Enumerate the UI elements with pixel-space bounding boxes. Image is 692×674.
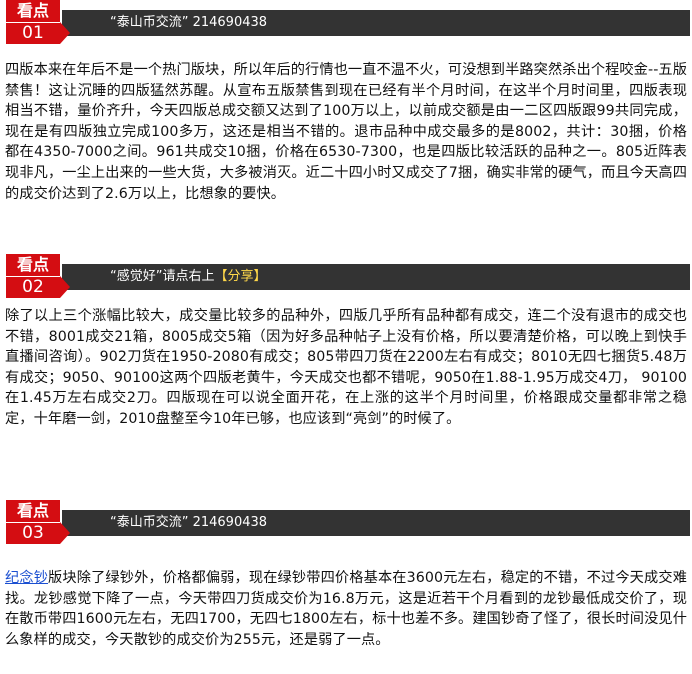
badge-label: 看点 bbox=[6, 0, 60, 22]
section-01: “泰山币交流” 214690438 看点 01 四版本来在年后不是一个热门版块，… bbox=[0, 0, 692, 202]
header-bar: “泰山币交流” 214690438 bbox=[62, 10, 690, 36]
section-header: “泰山币交流” 214690438 看点 03 bbox=[0, 500, 692, 546]
header-bar-text: “泰山币交流” 214690438 bbox=[110, 515, 268, 530]
badge-label: 看点 bbox=[6, 500, 60, 522]
badge-arrow-icon bbox=[60, 276, 70, 298]
share-highlight-text: 【分享】 bbox=[214, 269, 267, 284]
section-paragraph-text: 版块除了绿钞外，价格都偏弱，现在绿钞带四价格基本在3600元左右，稳定的不错，不… bbox=[5, 570, 687, 648]
share-prompt-text: “感觉好”请点右上 bbox=[110, 269, 215, 284]
section-header: “感觉好”请点右上【分享】 看点 02 bbox=[0, 254, 692, 300]
badge-arrow-icon bbox=[60, 522, 70, 544]
kandian-badge: 看点 02 bbox=[6, 254, 70, 298]
kandian-badge: 看点 01 bbox=[6, 0, 70, 44]
badge-number: 02 bbox=[6, 276, 60, 298]
badge-label: 看点 bbox=[6, 254, 60, 276]
badge-arrow-icon bbox=[60, 22, 70, 44]
section-02: “感觉好”请点右上【分享】 看点 02 除了以上三个涨幅比较大，成交量比较多的品… bbox=[0, 254, 692, 427]
section-paragraph: 四版本来在年后不是一个热门版块，所以年后的行情也一直不温不火，可没想到半路突然杀… bbox=[5, 62, 687, 202]
section-header: “泰山币交流” 214690438 看点 01 bbox=[0, 0, 692, 46]
section-paragraph: 除了以上三个涨幅比较大，成交量比较多的品种外，四版几乎所有品种都有成交，连二个没… bbox=[5, 308, 687, 427]
jinianchao-link[interactable]: 纪念钞 bbox=[5, 570, 48, 586]
header-bar: “感觉好”请点右上【分享】 bbox=[62, 264, 690, 290]
section-03: “泰山币交流” 214690438 看点 03 纪念钞版块除了绿钞外，价格都偏弱… bbox=[0, 500, 692, 648]
header-bar: “泰山币交流” 214690438 bbox=[62, 510, 690, 536]
badge-number: 01 bbox=[6, 22, 60, 44]
section-paragraph: 纪念钞版块除了绿钞外，价格都偏弱，现在绿钞带四价格基本在3600元左右，稳定的不… bbox=[5, 568, 687, 650]
header-bar-text: “泰山币交流” 214690438 bbox=[110, 15, 268, 30]
badge-number: 03 bbox=[6, 522, 60, 544]
header-bar-text: “感觉好”请点右上【分享】 bbox=[110, 264, 267, 290]
kandian-badge: 看点 03 bbox=[6, 500, 70, 544]
